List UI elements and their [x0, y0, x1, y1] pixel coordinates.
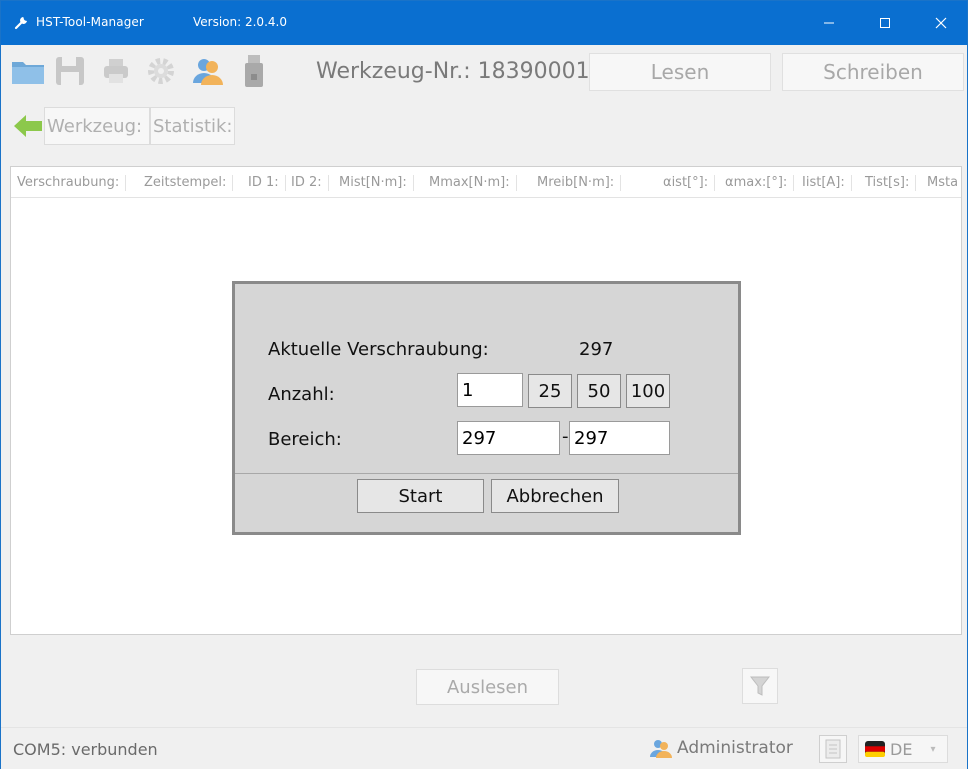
column-header[interactable]: Verschraubung:	[17, 175, 127, 191]
minimize-icon	[824, 22, 834, 24]
preset-100-button[interactable]: 100	[626, 374, 670, 408]
column-header[interactable]: Tist[s]:	[865, 175, 917, 191]
version-label: Version: 2.0.4.0	[193, 15, 287, 29]
open-folder-button[interactable]	[11, 52, 45, 90]
gear-icon	[148, 58, 174, 84]
user-icon	[193, 59, 223, 85]
range-label: Bereich:	[268, 429, 342, 450]
readout-dialog: Aktuelle Verschraubung: 297 Anzahl: 25 5…	[232, 281, 741, 535]
column-header[interactable]: Zeitstempel:	[144, 175, 234, 191]
preset-50-button[interactable]: 50	[577, 374, 621, 408]
folder-icon	[12, 62, 44, 84]
current-user[interactable]: Administrator	[649, 738, 793, 758]
save-button[interactable]	[53, 52, 87, 90]
range-to-input[interactable]	[569, 421, 670, 455]
range-separator: -	[562, 426, 569, 447]
maximize-button[interactable]	[862, 1, 908, 45]
column-header[interactable]: Iist[A]:	[802, 175, 852, 191]
column-header[interactable]: Msta	[927, 175, 961, 191]
column-header[interactable]: Mmax[N·m]:	[429, 175, 517, 191]
preset-25-button[interactable]: 25	[528, 374, 572, 408]
close-button[interactable]	[918, 1, 964, 45]
log-button[interactable]	[819, 735, 847, 763]
chevron-down-icon: ▾	[930, 743, 936, 755]
cancel-button[interactable]: Abbrechen	[491, 479, 619, 513]
current-screwing-value: 297	[579, 339, 614, 360]
usb-button[interactable]	[237, 52, 271, 90]
language-select[interactable]: DE ▾	[858, 735, 948, 763]
printer-icon	[104, 59, 128, 83]
grid-header: Verschraubung: Zeitstempel: ID 1: ID 2: …	[11, 167, 961, 198]
filter-icon	[750, 676, 770, 696]
tab-statistik[interactable]: Statistik:	[150, 107, 235, 145]
maximize-icon	[880, 18, 890, 28]
column-header[interactable]: αist[°]:	[663, 175, 716, 191]
column-header[interactable]: αmax:[°]:	[725, 175, 795, 191]
german-flag-icon	[865, 741, 885, 757]
column-header[interactable]: ID 2:	[291, 175, 329, 191]
read-button[interactable]: Lesen	[589, 53, 771, 91]
column-header[interactable]: Mist[N·m]:	[339, 175, 414, 191]
tool-number-label: Werkzeug-Nr.: 18390001	[316, 59, 590, 84]
usb-icon	[245, 55, 263, 87]
dialog-separator	[235, 473, 738, 474]
count-label: Anzahl:	[268, 384, 335, 405]
minimize-button[interactable]	[806, 1, 852, 45]
column-header[interactable]: Mreib[N·m]:	[537, 175, 622, 191]
save-icon	[56, 57, 84, 85]
current-screwing-label: Aktuelle Verschraubung:	[268, 339, 489, 360]
count-input[interactable]	[457, 373, 523, 407]
read-out-button[interactable]: Auslesen	[416, 669, 559, 705]
user-button[interactable]	[191, 52, 225, 90]
write-button[interactable]: Schreiben	[782, 53, 964, 91]
print-button[interactable]	[99, 52, 133, 90]
tab-werkzeug[interactable]: Werkzeug:	[44, 107, 150, 145]
language-label: DE	[890, 739, 913, 759]
user-icon	[650, 740, 672, 758]
window-title: HST-Tool-Manager	[36, 15, 144, 29]
document-icon	[825, 739, 841, 759]
user-name: Administrator	[677, 738, 793, 758]
settings-button[interactable]	[144, 52, 178, 90]
title-bar: HST-Tool-Manager Version: 2.0.4.0	[1, 1, 967, 45]
filter-button[interactable]	[742, 668, 778, 704]
column-header[interactable]: ID 1:	[248, 175, 286, 191]
start-button[interactable]: Start	[357, 479, 484, 513]
wrench-icon	[14, 17, 27, 30]
connection-status: COM5: verbunden	[13, 740, 158, 759]
back-arrow-icon	[13, 115, 42, 137]
close-icon	[935, 17, 947, 29]
range-from-input[interactable]	[457, 421, 560, 455]
back-button[interactable]	[11, 107, 44, 145]
status-bar: COM5: verbunden Administrator DE ▾	[1, 727, 967, 769]
app-window: HST-Tool-Manager Version: 2.0.4.0 Werkze…	[0, 0, 968, 769]
